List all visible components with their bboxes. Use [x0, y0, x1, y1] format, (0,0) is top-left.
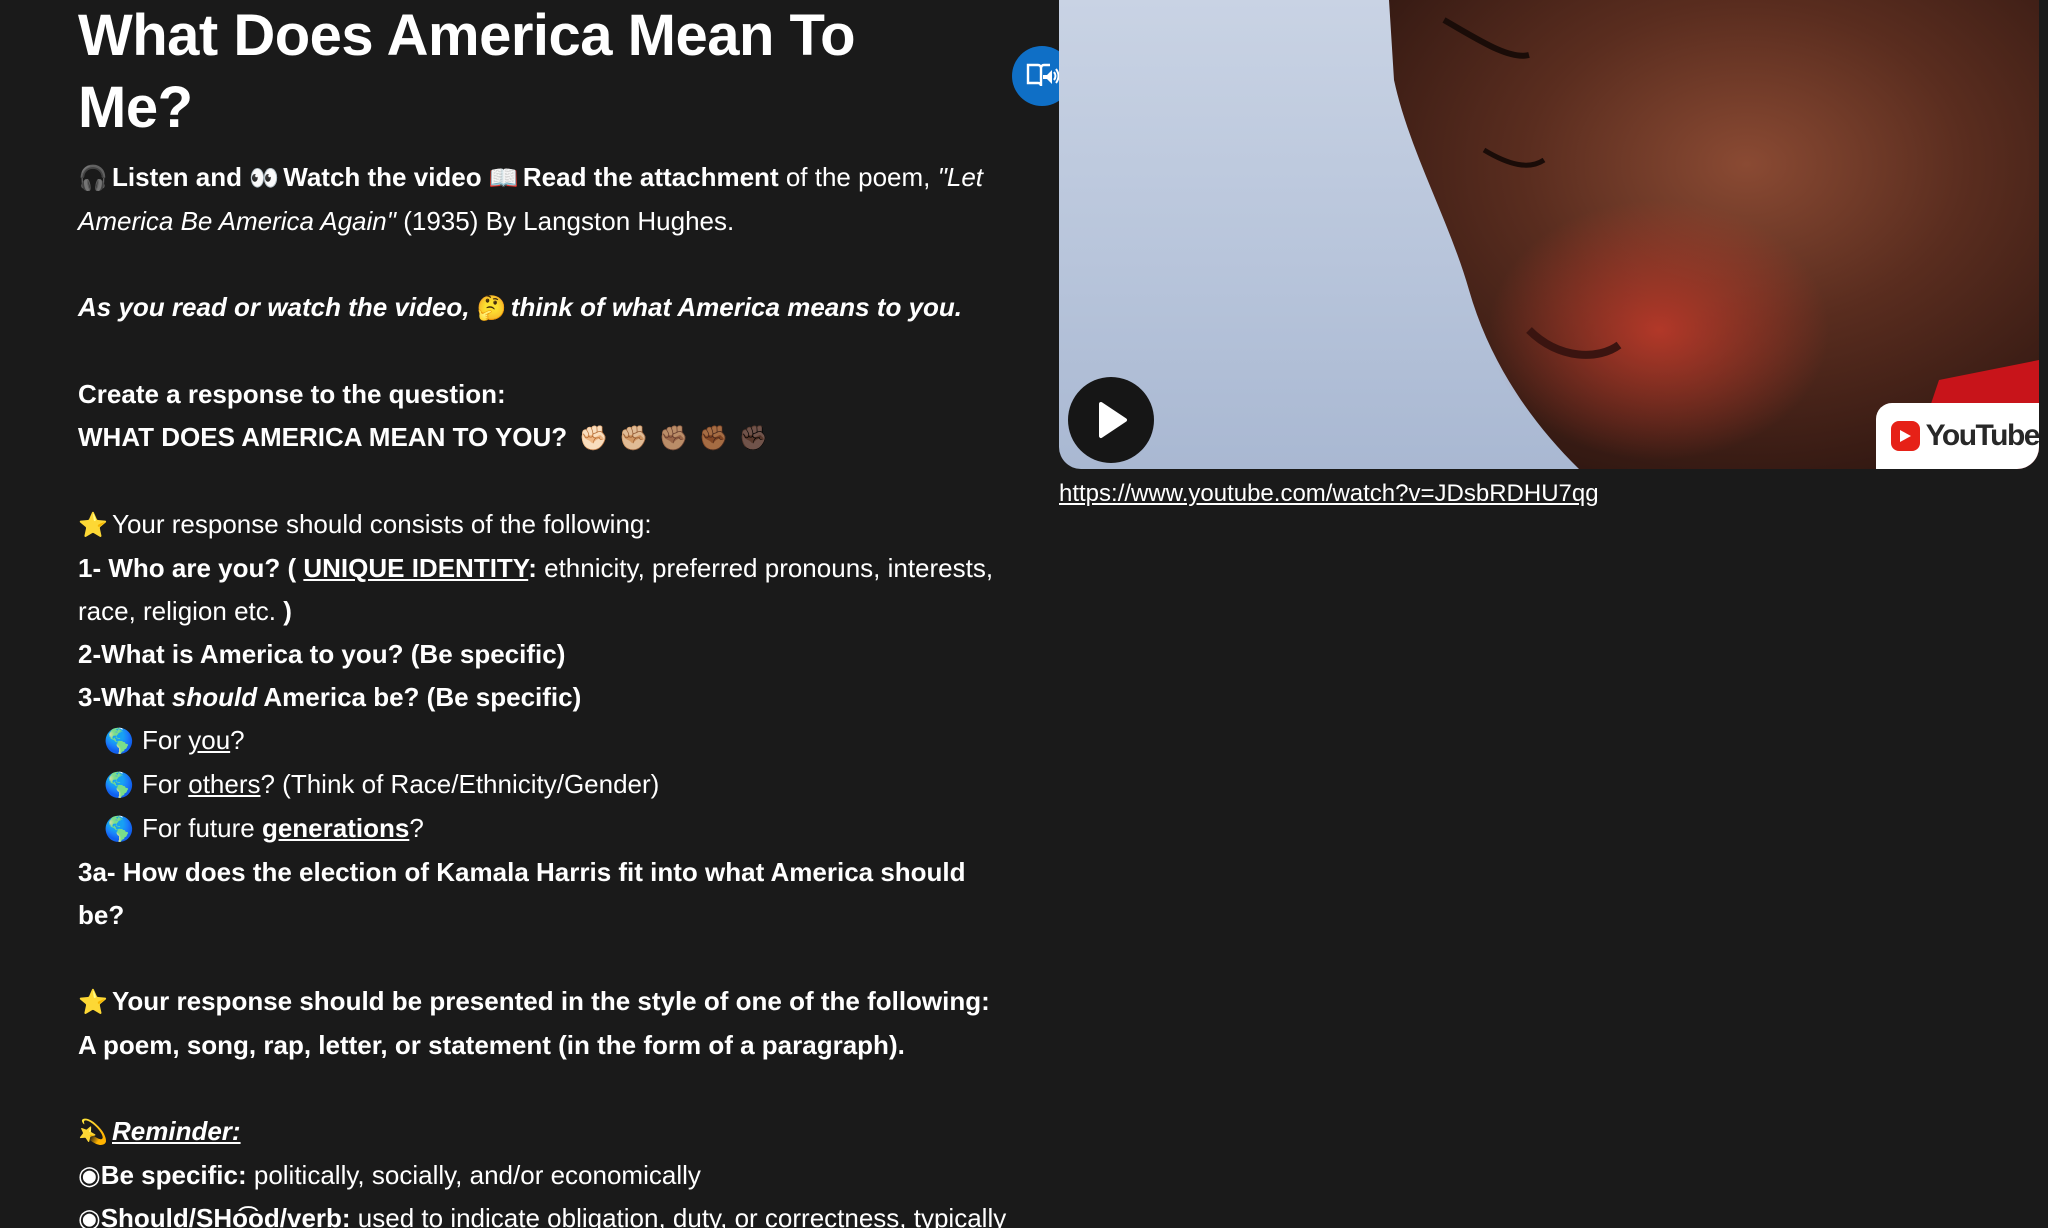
bullet-text: For: [142, 769, 189, 799]
think-after: think of what America means to you.: [510, 292, 963, 322]
eyes-icon: 👀: [249, 164, 280, 192]
q1-colon: :: [528, 553, 537, 583]
intro-paragraph: 🎧 Listen and 👀 Watch the video 📖 Read the a…: [78, 156, 1008, 243]
think-before: As you read or watch the video,: [78, 292, 470, 322]
reminder-item1-label: Be specific:: [100, 1160, 247, 1190]
q1-close: ): [275, 596, 292, 626]
you-link[interactable]: you: [188, 725, 230, 755]
youtube-brand-text: YouTube: [1925, 419, 2039, 452]
generations-link[interactable]: generations: [262, 813, 409, 843]
create-line1: Create a response to the question:: [78, 379, 506, 409]
year-author-text: (1935) By Langston Hughes.: [403, 206, 735, 236]
fist-dark-icon: ✊🏿: [738, 424, 769, 452]
q3-prefix: 3-What: [78, 682, 172, 712]
fist-medium-icon: ✊🏽: [658, 424, 689, 452]
of-poem-text: of the poem,: [785, 162, 931, 192]
think-paragraph: As you read or watch the video, 🤔 think o…: [78, 286, 1008, 330]
page: What Does America Mean To Me? 🎧 Listen an…: [0, 0, 2048, 1228]
unique-identity-link[interactable]: UNIQUE IDENTITY: [303, 553, 528, 583]
reminder-label: Reminder:: [112, 1116, 241, 1146]
assignment-content: What Does America Mean To Me? 🎧 Listen an…: [78, 0, 1072, 1228]
dizzy-icon: 💫: [78, 1118, 108, 1146]
book-icon: 📖: [488, 164, 519, 192]
bullet-icon: ◉: [78, 1160, 101, 1190]
reminder-item2-label: Should/SHo͡od/verb:: [100, 1203, 351, 1228]
reminder-item1-text: politically, socially, and/or economical…: [246, 1160, 701, 1190]
q3-italic: should: [171, 682, 258, 712]
list-item: 🌎 For others? (Think of Race/Ethnicity/Ge…: [78, 763, 1008, 807]
response-intro: Your response should consists of the fol…: [112, 509, 652, 539]
play-icon: [1099, 402, 1127, 438]
page-title: What Does America Mean To Me?: [78, 3, 856, 140]
style-note-text: Your response should be presented in the…: [78, 986, 990, 1060]
globe-icon: 🌎: [104, 727, 134, 755]
youtube-logo-button[interactable]: YouTube: [1876, 403, 2039, 469]
video-player[interactable]: YouTube: [1059, 0, 2039, 469]
q3-rest: America be? (Be specific): [257, 682, 582, 712]
play-button[interactable]: [1068, 377, 1154, 463]
headphones-icon: 🎧: [78, 164, 108, 192]
q1-prefix: 1- Who are you? (: [78, 553, 297, 583]
list-item: 🌎 For you?: [78, 719, 1008, 763]
style-note: ⭐ Your response should be presented in th…: [78, 980, 1008, 1067]
globe-icon: 🌎: [104, 771, 134, 799]
q2: 2-What is America to you? (Be specific): [78, 639, 566, 669]
reminder-section: 💫 Reminder: ◉Be specific: politically, so…: [78, 1110, 1008, 1228]
globe-icon: 🌎: [104, 815, 134, 843]
bullet-icon: ◉: [78, 1203, 101, 1228]
fist-medium-dark-icon: ✊🏾: [698, 424, 729, 452]
star-icon: ⭐: [78, 511, 108, 539]
others-link[interactable]: others: [188, 769, 260, 799]
create-paragraph: Create a response to the question: WHAT …: [78, 373, 1008, 460]
q3a: 3a- How does the election of Kamala Harr…: [78, 857, 966, 930]
youtube-logo: [1891, 421, 1920, 451]
list-item: 🌎 For future generations?: [78, 807, 1008, 851]
bullet-text: For: [142, 725, 189, 755]
bullet-text: ?: [409, 813, 424, 843]
video-embed: YouTube https://www.youtube.com/watch?v=…: [1059, 0, 2039, 511]
create-question: WHAT DOES AMERICA MEAN TO YOU?: [78, 422, 568, 452]
video-thumbnail: [1389, 0, 2039, 469]
star-icon: ⭐: [78, 988, 108, 1016]
read-text: Read the attachment: [522, 162, 779, 192]
listen-text: Listen and: [112, 162, 243, 192]
bullet-text: ?: [230, 725, 245, 755]
video-link[interactable]: https://www.youtube.com/watch?v=JDsbRDHU…: [1059, 477, 2039, 511]
fist-medium-light-icon: ✊🏼: [618, 424, 649, 452]
bullet-text: For future: [142, 813, 262, 843]
fist-light-icon: ✊🏻: [578, 424, 609, 452]
watch-text: Watch the video: [283, 162, 482, 192]
bullet-text: ? (Think of Race/Ethnicity/Gender): [260, 769, 660, 799]
thinking-face-icon: 🤔: [476, 294, 507, 322]
immersive-reader-icon: [1026, 63, 1059, 87]
response-section: ⭐ Your response should consists of the fo…: [78, 503, 1008, 937]
